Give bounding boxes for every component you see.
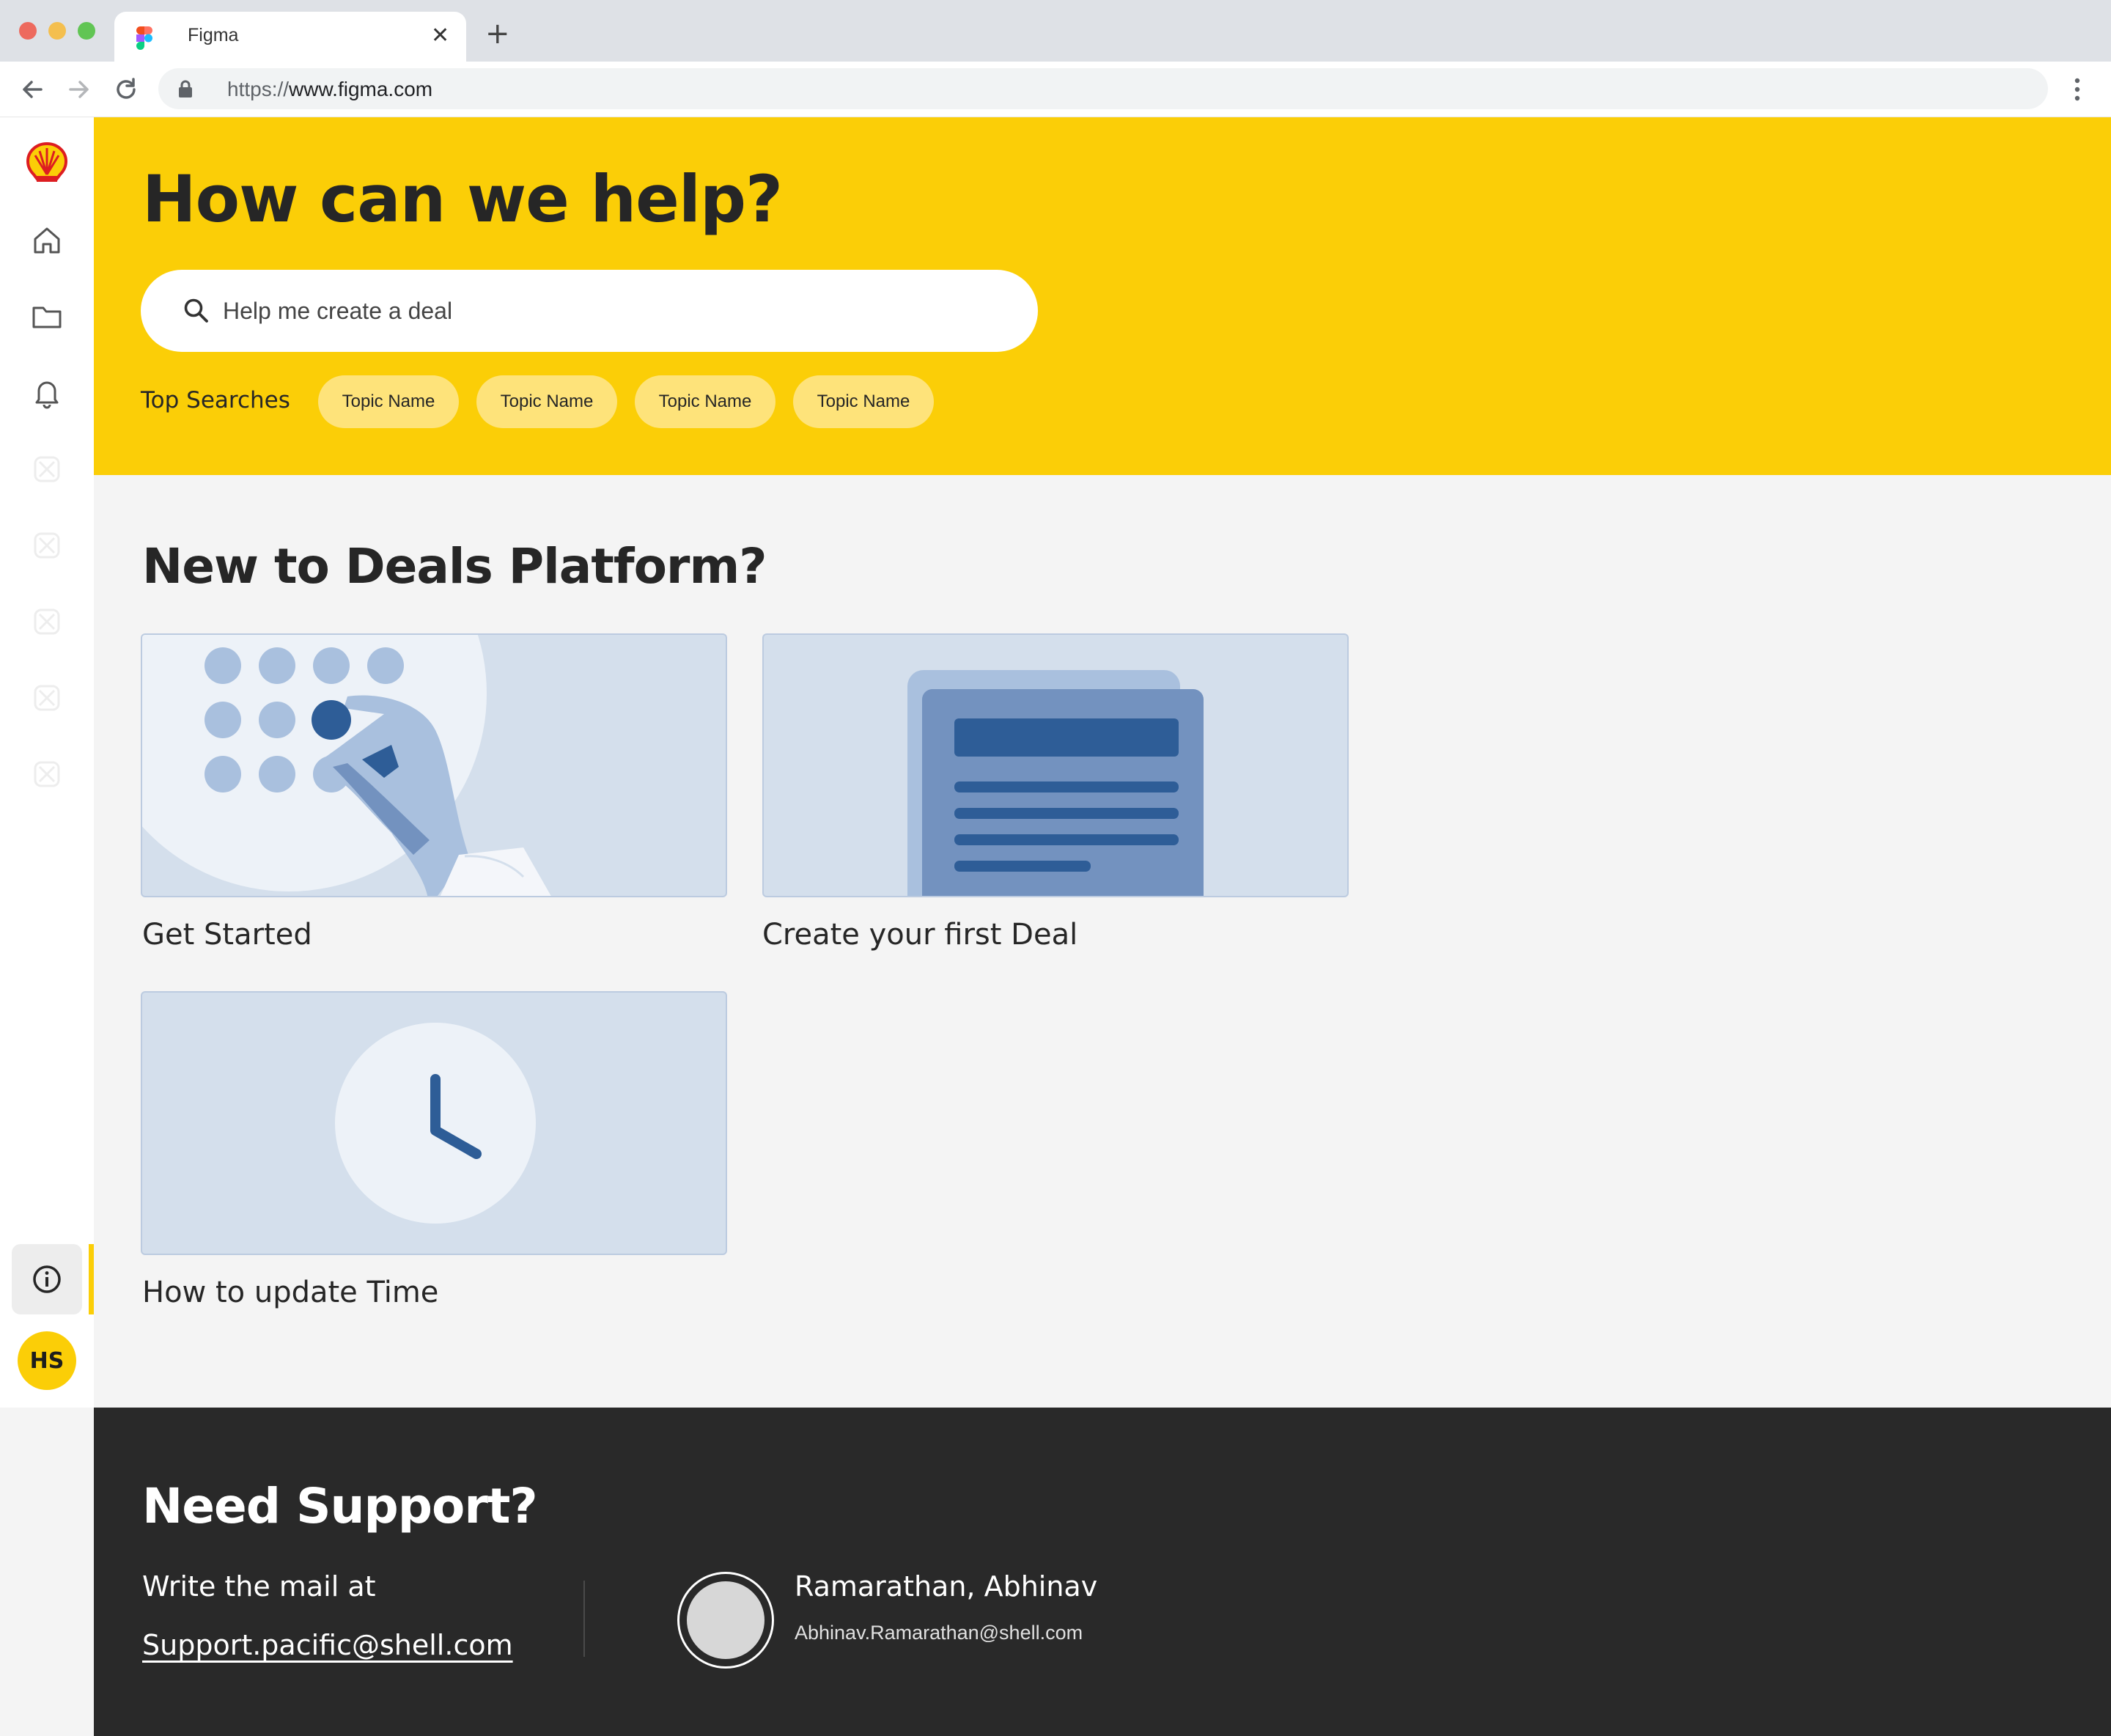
maximize-window-button[interactable] bbox=[78, 22, 95, 40]
clock-illustration bbox=[335, 1023, 536, 1224]
contact-avatar bbox=[677, 1572, 774, 1669]
topic-chip[interactable]: Topic Name bbox=[635, 375, 775, 428]
address-bar[interactable]: https://www.figma.com bbox=[158, 68, 2048, 109]
sidebar-item-placeholder[interactable] bbox=[29, 528, 65, 563]
search-input[interactable] bbox=[223, 270, 1000, 352]
home-icon bbox=[34, 227, 60, 254]
user-initials: HS bbox=[29, 1347, 65, 1374]
bell-icon bbox=[35, 381, 59, 409]
support-title: Need Support? bbox=[142, 1478, 538, 1534]
document-illustration bbox=[907, 670, 1204, 896]
shell-logo[interactable] bbox=[25, 141, 69, 185]
sidebar: HS bbox=[0, 117, 94, 1408]
sidebar-item-notifications[interactable] bbox=[29, 375, 65, 411]
active-indicator bbox=[89, 1244, 94, 1314]
keypad-illustration bbox=[142, 635, 551, 896]
topic-chip[interactable]: Topic Name bbox=[476, 375, 617, 428]
footer-divider bbox=[583, 1581, 585, 1657]
placeholder-icon bbox=[34, 608, 60, 635]
search-box[interactable] bbox=[141, 270, 1038, 352]
card-label[interactable]: Get Started bbox=[142, 918, 312, 952]
placeholder-icon bbox=[34, 685, 60, 711]
tab-strip: Figma ✕ + bbox=[0, 0, 2111, 62]
url-text: https://www.figma.com bbox=[227, 78, 432, 101]
browser-chrome: Figma ✕ + https://www.figma.com bbox=[0, 0, 2111, 117]
minimize-window-button[interactable] bbox=[48, 22, 66, 40]
shell-pecten-icon bbox=[26, 141, 68, 182]
forward-arrow-icon[interactable] bbox=[65, 75, 94, 104]
card-update-time[interactable] bbox=[141, 991, 727, 1255]
section-title: New to Deals Platform? bbox=[142, 538, 767, 595]
browser-toolbar: https://www.figma.com bbox=[0, 62, 2111, 117]
new-tab-icon[interactable]: + bbox=[485, 19, 510, 48]
card-get-started[interactable] bbox=[141, 633, 727, 897]
url-scheme: https:// bbox=[227, 78, 290, 100]
placeholder-icon bbox=[34, 761, 60, 787]
support-instruction: Write the mail at bbox=[142, 1570, 376, 1603]
sidebar-item-placeholder[interactable] bbox=[29, 604, 65, 639]
search-icon bbox=[184, 298, 208, 323]
figma-logo-icon bbox=[136, 26, 152, 50]
card-label[interactable]: Create your first Deal bbox=[762, 918, 1077, 952]
close-window-button[interactable] bbox=[19, 22, 37, 40]
support-footer: Need Support? Write the mail at Support.… bbox=[94, 1408, 2111, 1736]
top-searches-label: Top Searches bbox=[141, 387, 290, 413]
contact-email[interactable]: Abhinav.Ramarathan@shell.com bbox=[795, 1622, 1083, 1644]
card-create-deal[interactable] bbox=[762, 633, 1349, 897]
placeholder-icon bbox=[34, 456, 60, 482]
sidebar-item-help[interactable] bbox=[12, 1244, 82, 1314]
support-email-link[interactable]: Support.pacific@shell.com bbox=[142, 1629, 513, 1661]
placeholder-icon bbox=[34, 532, 60, 559]
folder-icon bbox=[32, 306, 62, 328]
info-icon bbox=[33, 1265, 61, 1293]
browser-tab[interactable]: Figma ✕ bbox=[114, 12, 466, 62]
hero-title: How can we help? bbox=[142, 161, 783, 237]
sidebar-item-placeholder[interactable] bbox=[29, 452, 65, 487]
user-avatar[interactable]: HS bbox=[18, 1331, 76, 1390]
tab-close-icon[interactable]: ✕ bbox=[431, 25, 449, 47]
sidebar-item-files[interactable] bbox=[29, 299, 65, 334]
contact-name: Ramarathan, Abhinav bbox=[795, 1570, 1098, 1603]
sidebar-item-placeholder[interactable] bbox=[29, 757, 65, 792]
reload-icon[interactable] bbox=[111, 75, 141, 104]
more-menu-icon[interactable] bbox=[2071, 76, 2083, 103]
sidebar-item-placeholder[interactable] bbox=[29, 680, 65, 716]
help-hero: How can we help? Top Searches Topic Name… bbox=[94, 117, 2111, 475]
sidebar-item-home[interactable] bbox=[29, 223, 65, 258]
lock-icon bbox=[179, 80, 192, 98]
contact-avatar-image bbox=[687, 1581, 765, 1659]
topic-chip[interactable]: Topic Name bbox=[318, 375, 459, 428]
card-label[interactable]: How to update Time bbox=[142, 1276, 438, 1309]
tab-title: Figma bbox=[188, 25, 239, 45]
url-host: www.figma.com bbox=[289, 78, 433, 100]
topic-chip[interactable]: Topic Name bbox=[793, 375, 934, 428]
back-arrow-icon[interactable] bbox=[18, 75, 47, 104]
